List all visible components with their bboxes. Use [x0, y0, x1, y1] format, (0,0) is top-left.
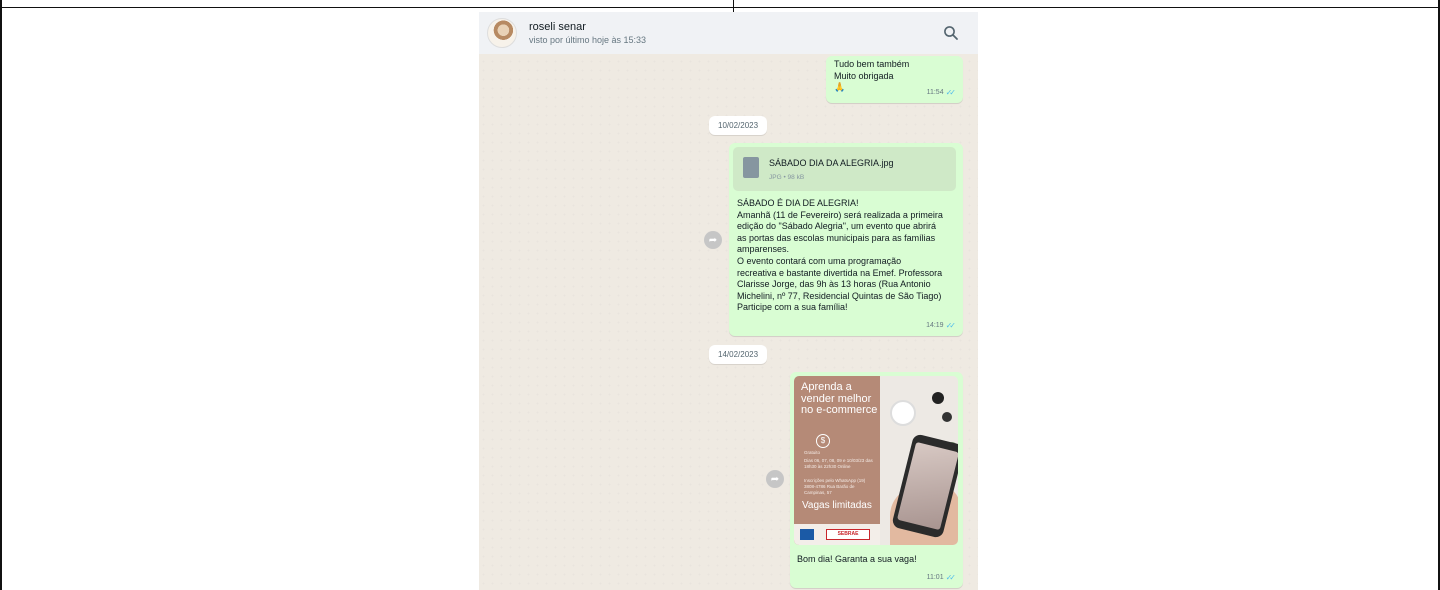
message-bubble-outgoing[interactable]: Aprenda a vender melhor no e-commerce $ …: [790, 372, 963, 588]
file-attachment[interactable]: SÁBADO DIA DA ALEGRIA.jpg JPG • 98 kB: [733, 147, 956, 191]
chat-window: roseli senar visto por último hoje às 15…: [479, 12, 978, 590]
date-separator: 14/02/2023: [709, 345, 768, 364]
poster-vagas: Vagas limitadas: [802, 500, 872, 511]
decor-dot: [932, 392, 944, 404]
double-check-icon: ✓✓: [945, 573, 957, 583]
last-seen-status: visto por último hoje às 15:33: [529, 34, 647, 45]
decor-dot: [942, 412, 952, 422]
contact-info[interactable]: roseli senar visto por último hoje às 15…: [529, 21, 646, 46]
message-line: edição do "Sábado Alegria", um evento qu…: [737, 221, 937, 232]
message-text: SÁBADO É DIA DE ALEGRIA! Amanhã (11 de F…: [737, 198, 959, 314]
file-icon: [743, 157, 759, 178]
double-check-icon: ✓✓: [945, 88, 957, 98]
frame-top-border: [0, 0, 1440, 8]
forward-icon[interactable]: ➦: [766, 470, 784, 488]
message-time: 14:19 ✓✓: [926, 320, 956, 332]
message-line: Clarisse Jorge, das 9h às 13 horas (Rua …: [737, 279, 931, 290]
price-icon: $: [816, 434, 830, 448]
forward-icon[interactable]: ➦: [704, 231, 722, 249]
screenshot-page: roseli senar visto por último hoje às 15…: [0, 0, 1440, 590]
poster-headline: Aprenda a vender melhor no e-commerce: [801, 381, 878, 416]
message-line: Muito obrigada: [834, 70, 894, 81]
message-line: Michelini, nº 77, Residencial Quintas de…: [737, 290, 942, 301]
message-line: as portas das escolas municipais para as…: [737, 232, 936, 243]
message-line: amparenses.: [737, 244, 790, 255]
message-time: 11:54 ✓✓: [927, 87, 957, 99]
file-name: SÁBADO DIA DA ALEGRIA.jpg: [769, 158, 894, 168]
frame-left-border: [0, 0, 2, 590]
city-logo: SEBRAE: [826, 529, 870, 540]
poster-info-b: Dias 06, 07, 08, 09 e 10/03/23 das 18h30…: [804, 458, 873, 469]
message-line: Tudo bem também: [834, 59, 910, 69]
image-caption: Bom dia! Garanta a sua vaga!: [797, 554, 917, 564]
contact-avatar[interactable]: [487, 18, 517, 48]
message-line: Participe com a sua família!: [737, 302, 848, 313]
poster-info-c: Inscrições pelo WhatsApp (19) 3808-4786 …: [804, 478, 866, 495]
poster-panel: Aprenda a vender melhor no e-commerce $ …: [794, 376, 880, 545]
file-meta: JPG • 98 kB: [769, 174, 805, 181]
search-icon[interactable]: [942, 24, 960, 42]
message-line: Amanhã (11 de Fevereiro) será realizada …: [737, 209, 943, 220]
poster-logos: SEBRAE: [794, 524, 880, 545]
message-line: O evento contará com uma programação: [737, 255, 902, 266]
sebrae-logo: [800, 529, 814, 540]
double-check-icon: ✓✓: [945, 321, 957, 331]
message-line: recreativa e bastante divertida na Emef.…: [737, 267, 943, 278]
message-line: SÁBADO É DIA DE ALEGRIA!: [737, 198, 859, 208]
cup-illustration: [890, 400, 916, 426]
chat-header[interactable]: roseli senar visto por último hoje às 15…: [479, 12, 978, 54]
date-separator: 10/02/2023: [709, 116, 768, 135]
contact-name: roseli senar: [529, 20, 586, 33]
message-emoji: 🙏: [834, 82, 846, 93]
message-bubble-outgoing[interactable]: Tudo bem também Muito obrigada 🙏 11:54 ✓✓: [826, 56, 963, 103]
message-bubble-outgoing[interactable]: SÁBADO DIA DA ALEGRIA.jpg JPG • 98 kB SÁ…: [729, 143, 963, 336]
frame-divider: [733, 0, 734, 12]
poster-info-a: Gratuito: [804, 450, 821, 455]
image-attachment[interactable]: Aprenda a vender melhor no e-commerce $ …: [794, 376, 958, 545]
message-time: 11:01 ✓✓: [927, 572, 957, 584]
